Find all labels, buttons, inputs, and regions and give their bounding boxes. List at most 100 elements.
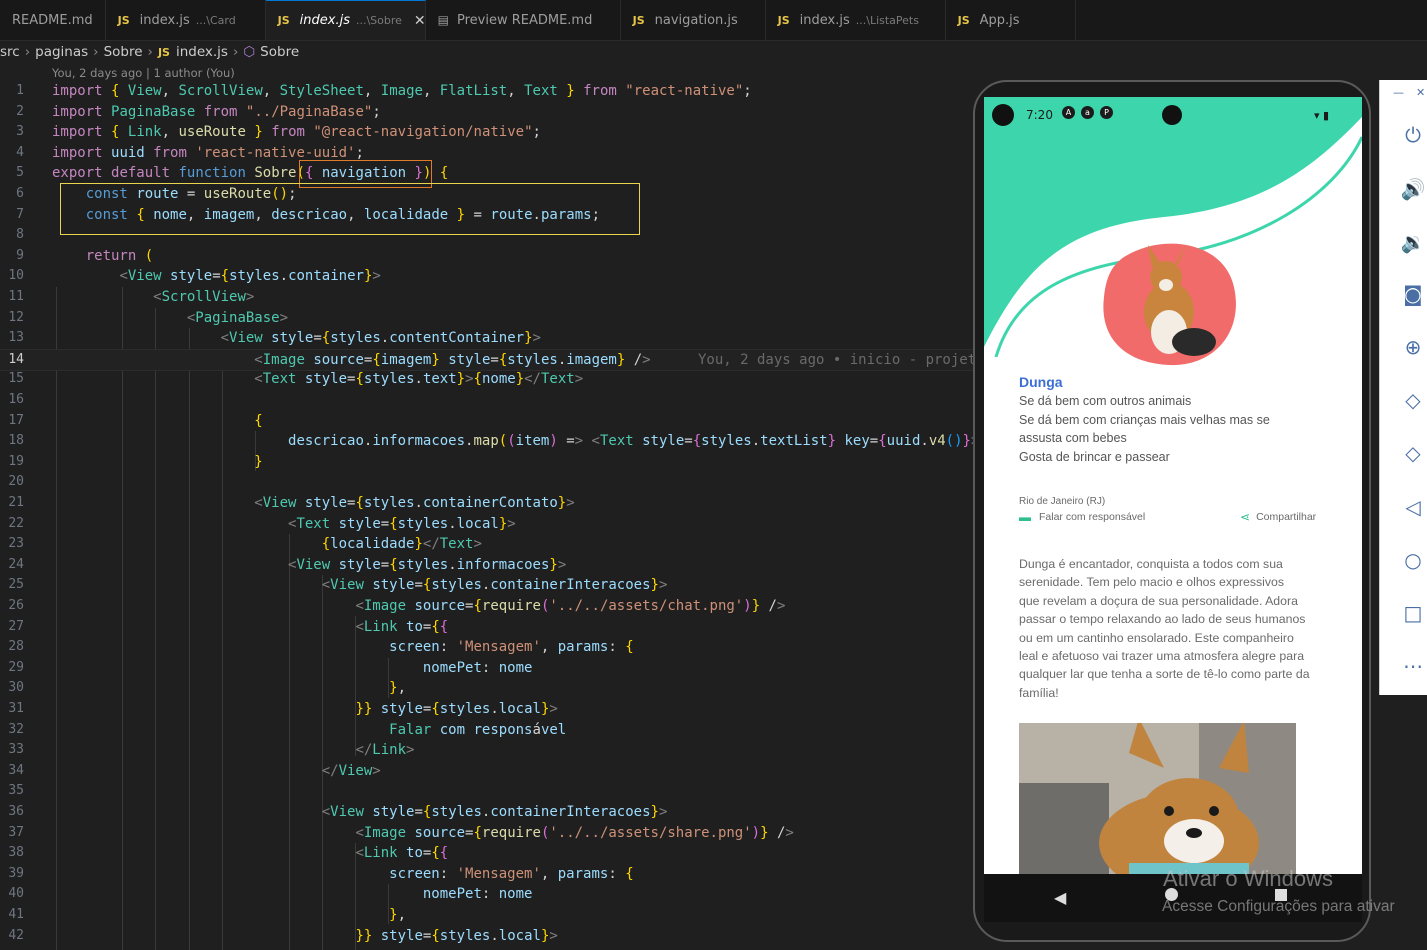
code-line[interactable]: 25 <View style={styles.containerInteraco… bbox=[0, 575, 975, 596]
code-line[interactable]: 38 <Link to={{ bbox=[0, 843, 975, 864]
code-line[interactable]: 39 screen: 'Mensagem', params: { bbox=[0, 864, 975, 885]
code-line[interactable]: 5 export default function Sobre({ navigat… bbox=[0, 163, 975, 184]
tab-label: App.js bbox=[979, 12, 1020, 28]
line-number: 26 bbox=[8, 598, 24, 613]
code-line[interactable]: 41 }, bbox=[0, 905, 975, 926]
code-line[interactable]: 15 <Text style={styles.text}>{nome}</Tex… bbox=[0, 369, 975, 390]
code-text: const { nome, imagem, descricao, localid… bbox=[85, 206, 600, 223]
codelens-blame[interactable]: You, 2 days ago | 1 author (You) bbox=[52, 66, 235, 80]
js-file-icon: JS bbox=[957, 13, 970, 27]
code-line[interactable]: 27 <Link to={{ bbox=[0, 617, 975, 638]
volume-down-icon[interactable]: 🔉 bbox=[1400, 229, 1426, 255]
code-text: const route = useRoute(); bbox=[85, 186, 297, 202]
code-text: <Link to={{ bbox=[355, 618, 449, 635]
code-line[interactable]: 4 import uuid from 'react-native-uuid'; bbox=[0, 143, 975, 164]
code-line[interactable]: 30 }, bbox=[0, 678, 975, 699]
tab-navigation[interactable]: JS navigation.js bbox=[620, 0, 766, 40]
breadcrumb-item[interactable]: Sobre bbox=[104, 44, 143, 60]
code-line[interactable]: 28 screen: 'Mensagem', params: { bbox=[0, 637, 975, 658]
line-number: 31 bbox=[8, 701, 24, 716]
pet-info-line: Se dá bem com outros animais bbox=[1019, 394, 1192, 408]
close-icon[interactable]: ✕ bbox=[1416, 86, 1425, 99]
about-line: qualquer lar que tenha a sorte de tê-lo … bbox=[1019, 667, 1310, 682]
code-line[interactable]: 32 Falar com responsável bbox=[0, 720, 975, 741]
line-number: 34 bbox=[8, 762, 24, 778]
emulator-screen[interactable]: 7:20 A a P ▾ ▮ Dunga Se dá bem com outro… bbox=[984, 97, 1362, 874]
code-editor[interactable]: 1 import { View, ScrollView, StyleSheet, … bbox=[0, 81, 975, 950]
code-text: <Text style={styles.text}>{nome}</Text> bbox=[254, 371, 584, 388]
rotate-left-icon[interactable]: ◇ bbox=[1400, 387, 1426, 413]
code-line[interactable]: 9 return ( bbox=[0, 246, 975, 267]
tab-label: README.md bbox=[12, 12, 93, 28]
more-icon[interactable]: ⋯ bbox=[1400, 653, 1426, 679]
tab-index-sobre[interactable]: JS index.js ...\Sobre ✕ bbox=[265, 0, 426, 40]
code-line[interactable]: 1 import { View, ScrollView, StyleSheet, … bbox=[0, 81, 975, 102]
tab-app[interactable]: JS App.js bbox=[945, 0, 1076, 40]
zoom-icon[interactable]: ⊕ bbox=[1400, 334, 1426, 360]
volume-up-icon[interactable]: 🔊 bbox=[1400, 176, 1426, 202]
share-icon: ⋖ bbox=[1240, 510, 1251, 524]
code-line[interactable]: 17 { bbox=[0, 411, 975, 432]
code-line[interactable]: 40 nomePet: nome bbox=[0, 884, 975, 905]
code-line[interactable]: 34 </View> bbox=[0, 761, 975, 782]
code-line[interactable]: 6 const route = useRoute(); bbox=[0, 184, 975, 205]
breadcrumb-item[interactable]: index.js bbox=[176, 44, 228, 60]
line-number: 5 bbox=[16, 165, 24, 181]
code-line[interactable]: 23 {localidade}</Text> bbox=[0, 534, 975, 555]
tab-preview-readme[interactable]: ▤ Preview README.md bbox=[425, 0, 621, 40]
breadcrumb-item[interactable]: Sobre bbox=[260, 44, 299, 60]
code-line[interactable]: 24 <View style={styles.informacoes}> bbox=[0, 555, 975, 576]
close-icon[interactable]: ✕ bbox=[414, 13, 426, 29]
line-number: 40 bbox=[8, 886, 24, 902]
code-line[interactable]: 12 <PaginaBase> bbox=[0, 308, 975, 329]
code-line[interactable]: 21 <View style={styles.containerContato}… bbox=[0, 493, 975, 514]
code-line[interactable]: 14 <Image source={imagem} style={styles.… bbox=[0, 348, 975, 372]
code-line[interactable]: 20 bbox=[0, 472, 975, 493]
code-line[interactable]: 11 <ScrollView> bbox=[0, 287, 975, 308]
overview-icon[interactable]: □ bbox=[1400, 600, 1426, 626]
breadcrumb-item[interactable]: src bbox=[0, 44, 20, 60]
line-number: 4 bbox=[16, 144, 24, 160]
tab-readme[interactable]: README.md bbox=[0, 0, 106, 40]
code-line[interactable]: 36 <View style={styles.containerInteraco… bbox=[0, 802, 975, 823]
code-line[interactable]: 37 <Image source={require('../../assets/… bbox=[0, 823, 975, 844]
tab-index-card[interactable]: JS index.js ...\Card bbox=[105, 0, 266, 40]
code-line[interactable]: 42 }} style={styles.local}> bbox=[0, 926, 975, 947]
code-text: screen: 'Mensagem', params: { bbox=[389, 865, 634, 882]
code-line[interactable]: 35 bbox=[0, 781, 975, 802]
code-line[interactable]: 10 <View style={styles.container}> bbox=[0, 266, 975, 287]
code-line[interactable]: 8 bbox=[0, 225, 975, 246]
contact-link[interactable]: ▬ Falar com responsável bbox=[1019, 510, 1145, 524]
home-icon[interactable]: ○ bbox=[1400, 547, 1426, 573]
rotate-right-icon[interactable]: ◇ bbox=[1400, 440, 1426, 466]
code-text: </View> bbox=[321, 762, 381, 779]
camera-icon[interactable]: ◙ bbox=[1400, 281, 1426, 307]
code-line[interactable]: 26 <Image source={require('../../assets/… bbox=[0, 596, 975, 617]
code-line[interactable]: 19 } bbox=[0, 452, 975, 473]
line-number: 12 bbox=[8, 309, 24, 325]
contact-label: Falar com responsável bbox=[1039, 511, 1146, 523]
minimize-icon[interactable]: — bbox=[1393, 86, 1404, 99]
line-number: 22 bbox=[8, 515, 24, 531]
code-line[interactable]: 16 bbox=[0, 390, 975, 411]
code-line[interactable]: 29 nomePet: nome bbox=[0, 658, 975, 679]
breadcrumb-item[interactable]: paginas bbox=[35, 44, 88, 60]
code-line[interactable]: 13 <View style={styles.contentContainer}… bbox=[0, 328, 975, 349]
code-line[interactable]: 18 descricao.informacoes.map((item) => <… bbox=[0, 431, 975, 452]
line-number: 17 bbox=[8, 412, 24, 428]
share-link[interactable]: ⋖ Compartilhar bbox=[1240, 510, 1316, 524]
line-number: 32 bbox=[8, 721, 24, 737]
code-text: {localidade}</Text> bbox=[321, 536, 482, 553]
tab-index-listapets[interactable]: JS index.js ...\ListaPets bbox=[765, 0, 946, 40]
code-text: nomePet: nome bbox=[422, 886, 533, 903]
code-line[interactable]: 7 const { nome, imagem, descricao, local… bbox=[0, 205, 975, 226]
power-icon[interactable]: ⏻ bbox=[1400, 122, 1426, 148]
back-icon[interactable]: ◁ bbox=[1400, 494, 1426, 520]
code-line[interactable]: 31 }} style={styles.local}> bbox=[0, 699, 975, 720]
back-button[interactable]: ◀ bbox=[1054, 888, 1066, 907]
code-line[interactable]: 22 <Text style={styles.local}> bbox=[0, 514, 975, 535]
code-line[interactable]: 33 </Link> bbox=[0, 740, 975, 761]
code-line[interactable]: 2 import PaginaBase from "../PaginaBase"; bbox=[0, 102, 975, 123]
line-number: 9 bbox=[16, 247, 24, 263]
code-line[interactable]: 3 import { Link, useRoute } from "@react-… bbox=[0, 122, 975, 143]
